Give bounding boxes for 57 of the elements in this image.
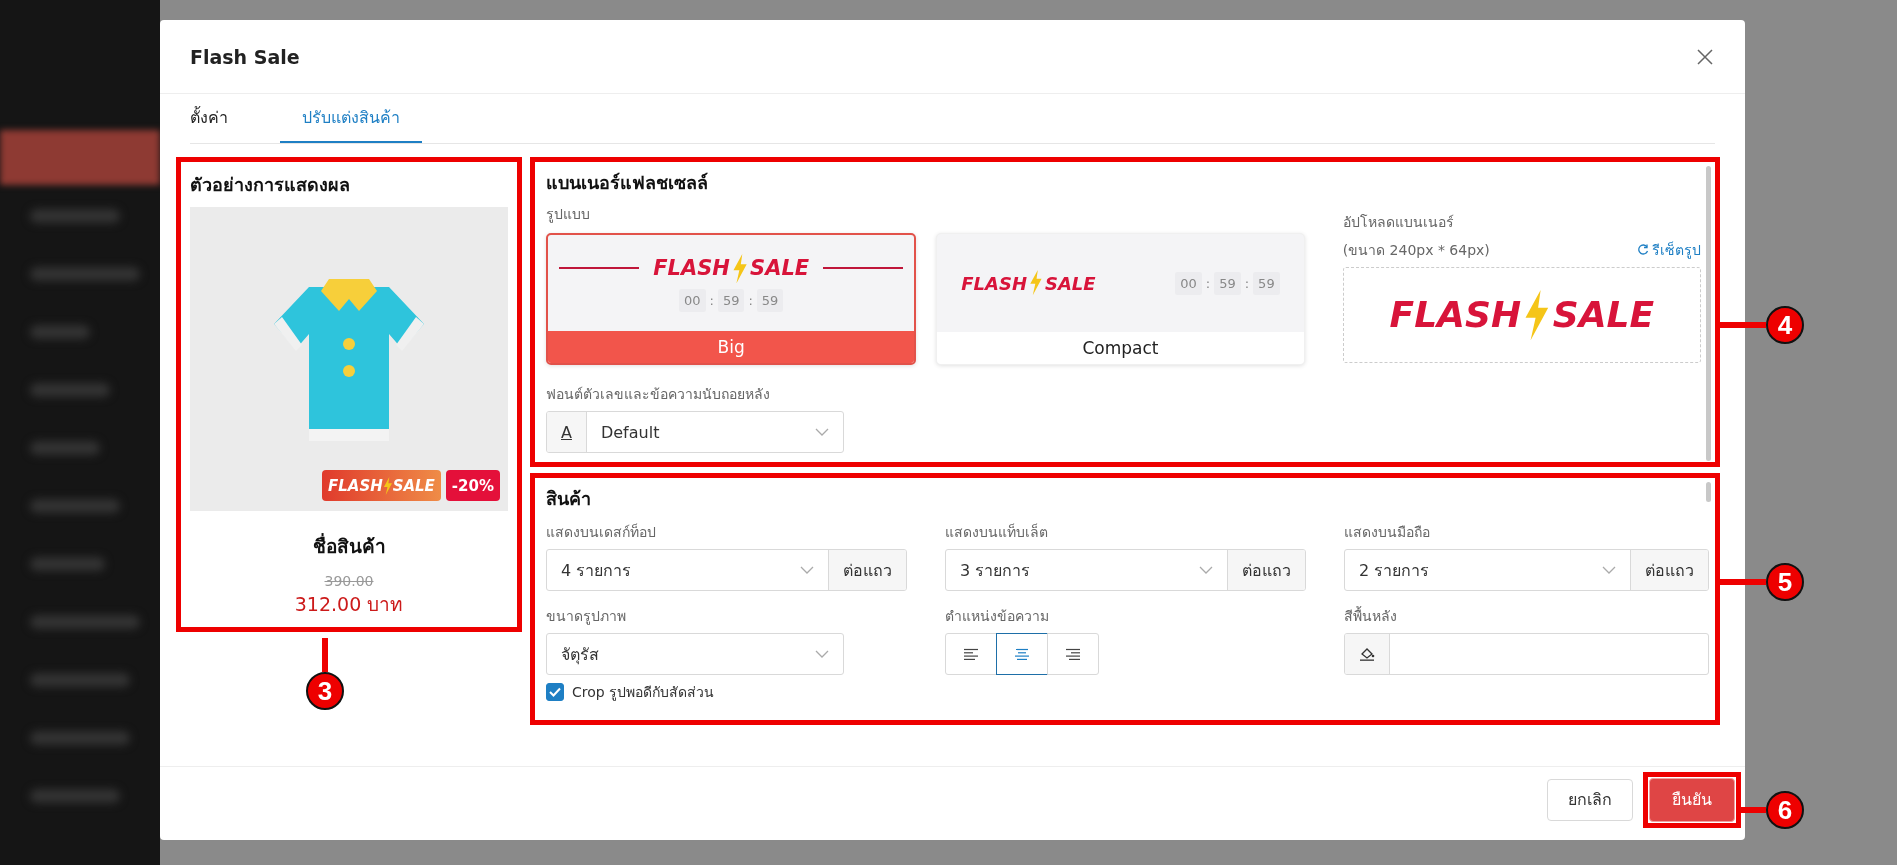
sale-price: 312.00 บาท bbox=[294, 592, 404, 617]
items-per-row-select[interactable]: 3 รายการ ต่อแถว bbox=[945, 549, 1306, 591]
countdown-timer: 00 : 59 : 59 bbox=[1175, 271, 1280, 295]
flash-sale-logo: FLASH SALE bbox=[961, 270, 1096, 296]
banner-style-card[interactable]: FLASH SALE 00 : 59 : 59 Compact bbox=[936, 233, 1305, 365]
field-label: แสดงบนเดสก์ท็อป bbox=[546, 522, 656, 542]
text-align-button[interactable] bbox=[996, 633, 1048, 675]
chevron-down-icon bbox=[815, 650, 829, 658]
confirm-button[interactable]: ยืนยัน bbox=[1649, 777, 1735, 822]
section-heading: ตัวอย่างการแสดงผล bbox=[190, 173, 350, 197]
refresh-icon bbox=[1637, 244, 1649, 256]
field-label: รูปแบบ bbox=[546, 205, 590, 225]
field-label: ฟอนต์ตัวเลขและข้อความนับถอยหลัง bbox=[546, 385, 770, 404]
flash-sale-badge: FLASH SALE bbox=[321, 470, 441, 501]
field-label: ตำแหน่งข้อความ bbox=[945, 607, 1049, 626]
image-size-select[interactable]: จัตุรัส bbox=[546, 633, 844, 675]
lightning-icon bbox=[382, 476, 393, 495]
tab[interactable]: ปรับแต่งสินค้า bbox=[280, 94, 422, 143]
upload-area[interactable]: FLASH SALE bbox=[1342, 267, 1701, 363]
flash-sale-logo: FLASH SALE bbox=[1389, 289, 1655, 341]
discount-badge: -20% bbox=[445, 470, 500, 501]
flash-sale-logo: FLASH SALE bbox=[653, 253, 810, 284]
align-center-icon bbox=[1014, 647, 1030, 661]
align-right-icon bbox=[1065, 647, 1081, 661]
size-hint: (ขนาด 240px * 64px) bbox=[1342, 241, 1490, 260]
field-label: ขนาดรูปภาพ bbox=[546, 607, 626, 627]
font-select[interactable]: A Default bbox=[546, 411, 844, 453]
section-heading: แบนเนอร์แฟลชเซลล์ bbox=[546, 171, 709, 195]
original-price: 390.00 bbox=[324, 573, 374, 589]
cancel-button[interactable]: ยกเลิก bbox=[1547, 778, 1633, 821]
tab[interactable]: ตั้งค่า bbox=[190, 94, 250, 143]
items-per-row-select[interactable]: 4 รายการ ต่อแถว bbox=[546, 549, 907, 591]
reset-link[interactable]: รีเซ็ตรูป bbox=[1637, 239, 1701, 261]
field-label: แสดงบนมือถือ bbox=[1344, 523, 1430, 542]
chevron-down-icon bbox=[800, 566, 814, 574]
chevron-down-icon bbox=[1199, 566, 1213, 574]
scrollbar[interactable] bbox=[1706, 166, 1711, 461]
items-per-row-select[interactable]: 2 รายการ ต่อแถว bbox=[1344, 549, 1709, 591]
chevron-down-icon bbox=[1602, 566, 1616, 574]
banner-style-card[interactable]: FLASH SALE 00 : 59 : 59 Big bbox=[546, 233, 917, 365]
field-label: อัปโหลดแบนเนอร์ bbox=[1342, 213, 1454, 232]
product-name: ชื่อสินค้า bbox=[312, 532, 386, 559]
checkbox-label: Crop รูปพอดีกับสัดส่วน bbox=[572, 683, 715, 703]
scrollbar[interactable] bbox=[1706, 482, 1711, 502]
lightning-icon bbox=[1523, 289, 1551, 341]
dialog-title: Flash Sale bbox=[190, 45, 300, 68]
align-left-icon bbox=[963, 647, 979, 661]
color-field[interactable] bbox=[1344, 633, 1709, 675]
paint-bucket-icon bbox=[1359, 647, 1375, 661]
lightning-icon bbox=[1029, 270, 1043, 296]
field-label: สีพื้นหลัง bbox=[1344, 605, 1397, 626]
countdown-timer: 00 : 59 : 59 bbox=[678, 289, 784, 313]
checkbox[interactable] bbox=[546, 683, 564, 701]
lightning-icon bbox=[731, 253, 749, 284]
chevron-down-icon bbox=[815, 428, 829, 436]
section-heading: สินค้า bbox=[546, 487, 592, 511]
field-label: แสดงบนแท็บเล็ต bbox=[945, 522, 1048, 542]
